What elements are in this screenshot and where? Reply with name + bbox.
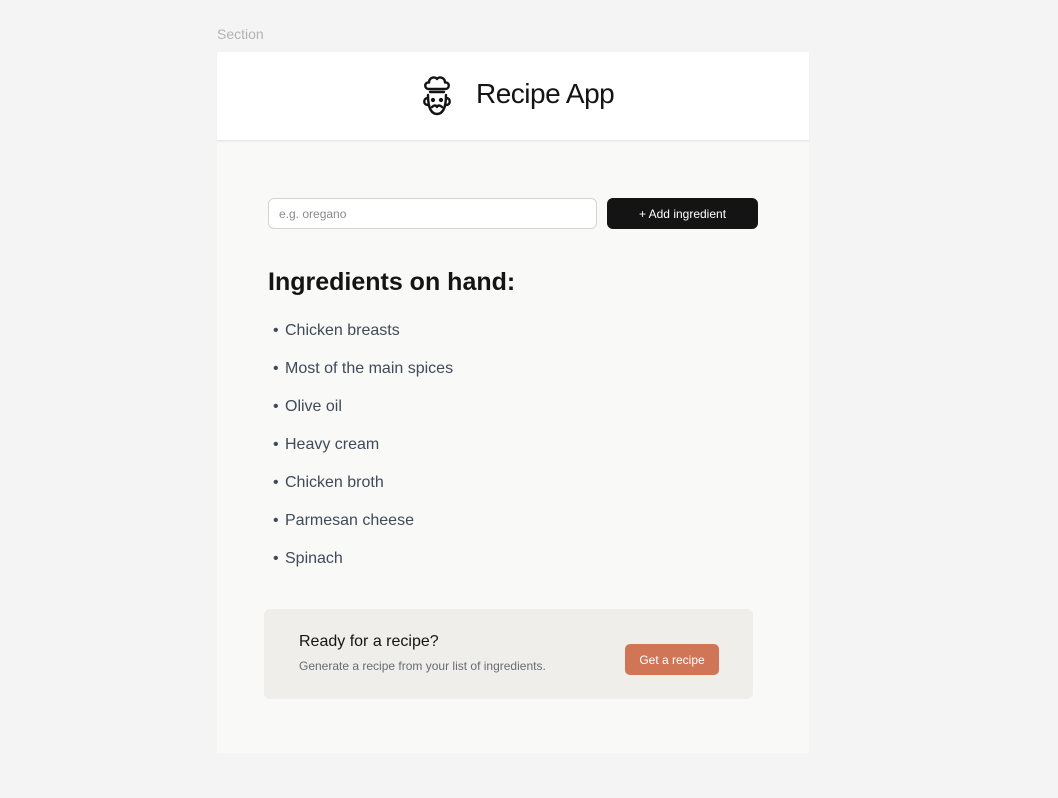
app-title: Recipe App (476, 78, 615, 109)
bullet-icon: • (273, 322, 279, 339)
list-item: • Chicken broth (273, 474, 453, 512)
ingredient-label: Heavy cream (285, 436, 380, 453)
cta-subtitle: Generate a recipe from your list of ingr… (299, 659, 546, 673)
ingredients-heading: Ingredients on hand: (268, 268, 516, 296)
app-header: Recipe App (217, 52, 809, 141)
bullet-icon: • (273, 398, 279, 415)
add-ingredient-button[interactable]: + Add ingredient (607, 198, 758, 229)
ingredient-label: Parmesan cheese (285, 512, 414, 529)
ingredient-input[interactable] (268, 198, 597, 229)
list-item: • Spinach (273, 550, 453, 588)
chef-icon (418, 74, 456, 118)
ingredient-list: • Chicken breasts • Most of the main spice… (273, 322, 453, 588)
section-label: Section (217, 26, 264, 42)
cta-title: Ready for a recipe? (299, 633, 439, 650)
list-item: • Parmesan cheese (273, 512, 453, 550)
list-item: • Most of the main spices (273, 360, 453, 398)
bullet-icon: • (273, 512, 279, 529)
bullet-icon: • (273, 550, 279, 567)
list-item: • Olive oil (273, 398, 453, 436)
list-item: • Chicken breasts (273, 322, 453, 360)
ingredient-label: Most of the main spices (285, 360, 454, 377)
ingredient-label: Chicken broth (285, 474, 384, 491)
recipe-cta-card: Ready for a recipe? Generate a recipe fr… (264, 609, 753, 699)
list-item: • Heavy cream (273, 436, 453, 474)
app-frame: Recipe App + Add ingredient Ingredients … (217, 52, 809, 753)
ingredient-label: Spinach (285, 550, 343, 567)
bullet-icon: • (273, 436, 279, 453)
ingredient-label: Chicken breasts (285, 322, 400, 339)
ingredient-label: Olive oil (285, 398, 342, 415)
get-recipe-button[interactable]: Get a recipe (625, 644, 719, 675)
bullet-icon: • (273, 474, 279, 491)
bullet-icon: • (273, 360, 279, 377)
